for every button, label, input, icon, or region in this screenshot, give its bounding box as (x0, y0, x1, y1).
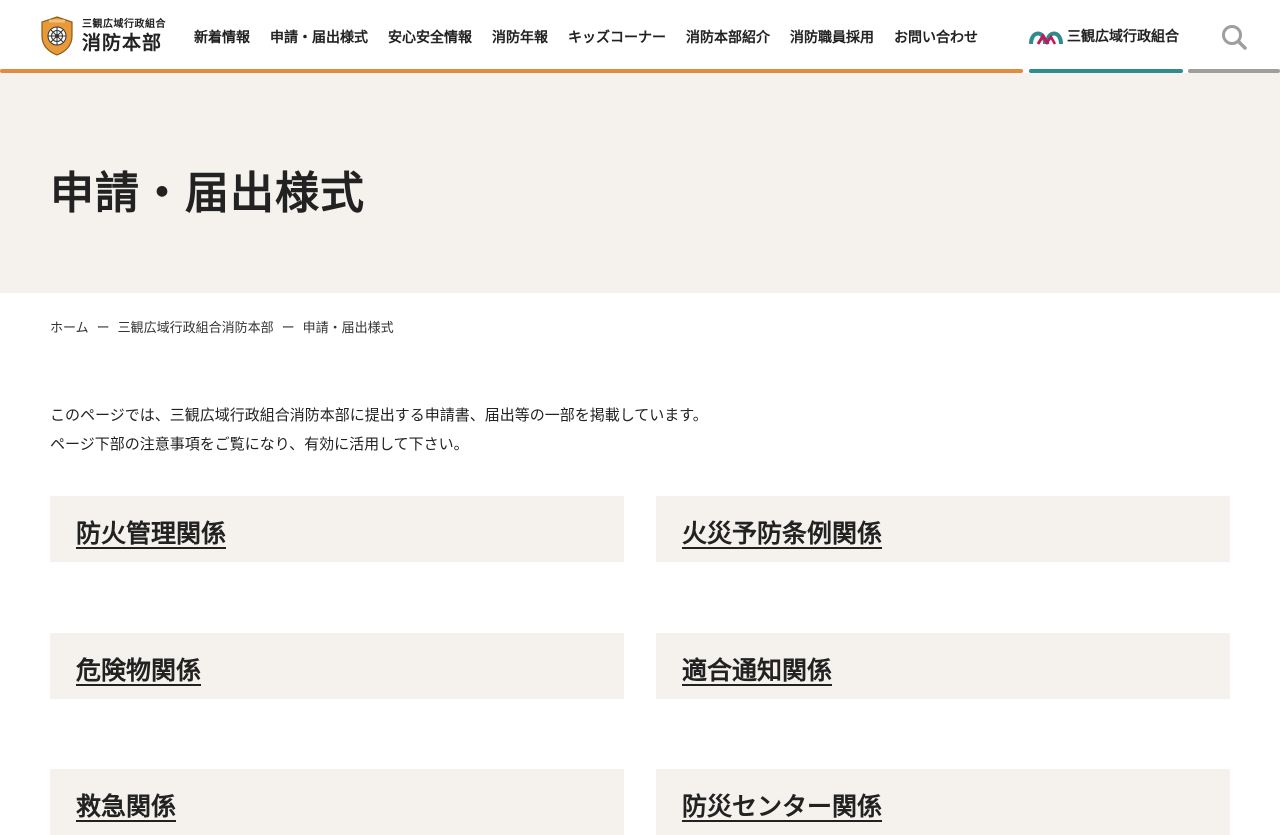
nav-news[interactable]: 新着情報 (184, 27, 260, 47)
search-button[interactable] (1218, 22, 1250, 52)
union-logo-icon (1029, 31, 1063, 45)
fire-department-emblem-icon (41, 16, 73, 56)
nav-about[interactable]: 消防本部紹介 (676, 27, 780, 47)
category-card-disaster-center[interactable]: 防災センター関係 (656, 769, 1230, 835)
category-card-compliance-notice[interactable]: 適合通知関係 (656, 633, 1230, 699)
category-card-fire-prevention-ordinance[interactable]: 火災予防条例関係 (656, 496, 1230, 562)
breadcrumb-home[interactable]: ホーム (50, 317, 89, 336)
category-card-label: 危険物関係 (76, 656, 202, 685)
page-title: 申請・届出様式 (50, 168, 365, 219)
union-link-label: 三観広域行政組合 (1067, 29, 1179, 45)
search-icon (1222, 25, 1247, 50)
category-card-emergency[interactable]: 救急関係 (50, 769, 624, 835)
category-card-label: 防災センター関係 (682, 792, 883, 821)
category-card-label: 防火管理関係 (76, 519, 227, 548)
category-card-label: 適合通知関係 (682, 656, 833, 685)
nav-kids-corner[interactable]: キッズコーナー (558, 27, 676, 47)
site-logo[interactable]: 三観広域行政組合 消防本部 (40, 16, 166, 56)
logo-subtitle: 三観広域行政組合 (82, 18, 166, 30)
category-card-label: 救急関係 (76, 792, 177, 821)
nav-recruitment[interactable]: 消防職員採用 (780, 27, 884, 47)
site-header: 三観広域行政組合 消防本部 新着情報 申請・届出様式 安心安全情報 消防年報 キ… (0, 0, 1280, 73)
nav-safety-info[interactable]: 安心安全情報 (378, 27, 482, 47)
logo-title: 消防本部 (82, 31, 163, 54)
nav-forms[interactable]: 申請・届出様式 (260, 27, 378, 47)
intro-text: このページでは、三観広域行政組合消防本部に提出する申請書、届出等の一部を掲載して… (50, 401, 708, 459)
global-nav: 新着情報 申請・届出様式 安心安全情報 消防年報 キッズコーナー 消防本部紹介 … (184, 0, 988, 73)
breadcrumb-current: 申請・届出様式 (302, 321, 394, 336)
nav-contact[interactable]: お問い合わせ (884, 27, 988, 47)
intro-line-1: このページでは、三観広域行政組合消防本部に提出する申請書、届出等の一部を掲載して… (50, 406, 708, 424)
intro-line-2: ページ下部の注意事項をご覧になり、有効に活用して下さい。 (50, 435, 469, 453)
breadcrumb: ホーム ー 三観広域行政組合消防本部 ー 申請・届出様式 (50, 317, 394, 336)
page-hero: 申請・届出様式 (0, 73, 1280, 293)
category-card-fire-prevention-management[interactable]: 防火管理関係 (50, 496, 624, 562)
breadcrumb-separator: ー (96, 321, 110, 336)
union-link[interactable]: 三観広域行政組合 (1029, 24, 1179, 48)
category-card-hazardous-materials[interactable]: 危険物関係 (50, 633, 624, 699)
nav-annual-report[interactable]: 消防年報 (482, 27, 558, 47)
category-card-label: 火災予防条例関係 (682, 519, 883, 548)
breadcrumb-fire-dept[interactable]: 三観広域行政組合消防本部 (118, 317, 274, 336)
breadcrumb-separator: ー (281, 321, 295, 336)
